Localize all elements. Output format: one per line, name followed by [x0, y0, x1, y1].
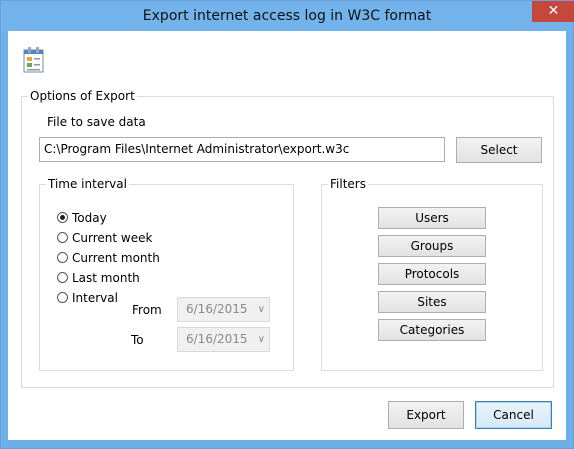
file-to-save-label: File to save data — [47, 115, 146, 129]
cancel-button[interactable]: Cancel — [475, 401, 552, 429]
to-date-value: 6/16/2015 — [186, 332, 248, 346]
to-label: To — [131, 333, 144, 347]
radio-current-week-button[interactable] — [57, 232, 68, 243]
close-button[interactable]: ✕ — [532, 1, 574, 22]
radio-current-month-button[interactable] — [57, 252, 68, 263]
radio-today[interactable]: Today — [57, 211, 137, 227]
radio-last-month[interactable]: Last month — [57, 271, 157, 287]
radio-today-label: Today — [72, 211, 107, 225]
users-filter-button[interactable]: Users — [378, 207, 486, 229]
protocols-filter-button[interactable]: Protocols — [378, 263, 486, 285]
from-date-picker[interactable]: 6/16/2015 ∨ — [177, 297, 270, 322]
radio-current-week-label: Current week — [72, 231, 153, 245]
select-file-button[interactable]: Select — [456, 137, 542, 163]
radio-current-week[interactable]: Current week — [57, 231, 167, 247]
radio-today-button[interactable] — [57, 212, 68, 223]
from-label: From — [132, 303, 162, 317]
groups-filter-button[interactable]: Groups — [378, 235, 486, 257]
chevron-down-icon: ∨ — [257, 304, 265, 315]
to-date-picker[interactable]: 6/16/2015 ∨ — [177, 327, 270, 352]
filters-legend: Filters — [328, 177, 368, 191]
categories-filter-button[interactable]: Categories — [378, 319, 486, 341]
title-bar[interactable]: Export internet access log in W3C format… — [1, 1, 574, 31]
time-interval-legend: Time interval — [46, 177, 129, 191]
options-of-export-legend: Options of Export — [28, 89, 137, 103]
radio-last-month-button[interactable] — [57, 272, 68, 283]
radio-last-month-label: Last month — [72, 271, 140, 285]
dialog-client-area: Options of Export File to save data C:\P… — [8, 31, 566, 440]
document-icon — [23, 47, 44, 73]
sites-filter-button[interactable]: Sites — [378, 291, 486, 313]
from-date-value: 6/16/2015 — [186, 302, 248, 316]
radio-current-month-label: Current month — [72, 251, 160, 265]
file-path-input[interactable]: C:\Program Files\Internet Administrator\… — [39, 137, 445, 162]
radio-interval[interactable]: Interval — [57, 291, 137, 307]
radio-current-month[interactable]: Current month — [57, 251, 167, 267]
chevron-down-icon: ∨ — [257, 334, 265, 345]
radio-interval-button[interactable] — [57, 292, 68, 303]
close-icon: ✕ — [547, 3, 560, 19]
window-title: Export internet access log in W3C format — [142, 8, 432, 24]
export-button[interactable]: Export — [388, 401, 464, 429]
export-dialog-window: Export internet access log in W3C format… — [0, 0, 574, 449]
radio-interval-label: Interval — [72, 291, 118, 305]
